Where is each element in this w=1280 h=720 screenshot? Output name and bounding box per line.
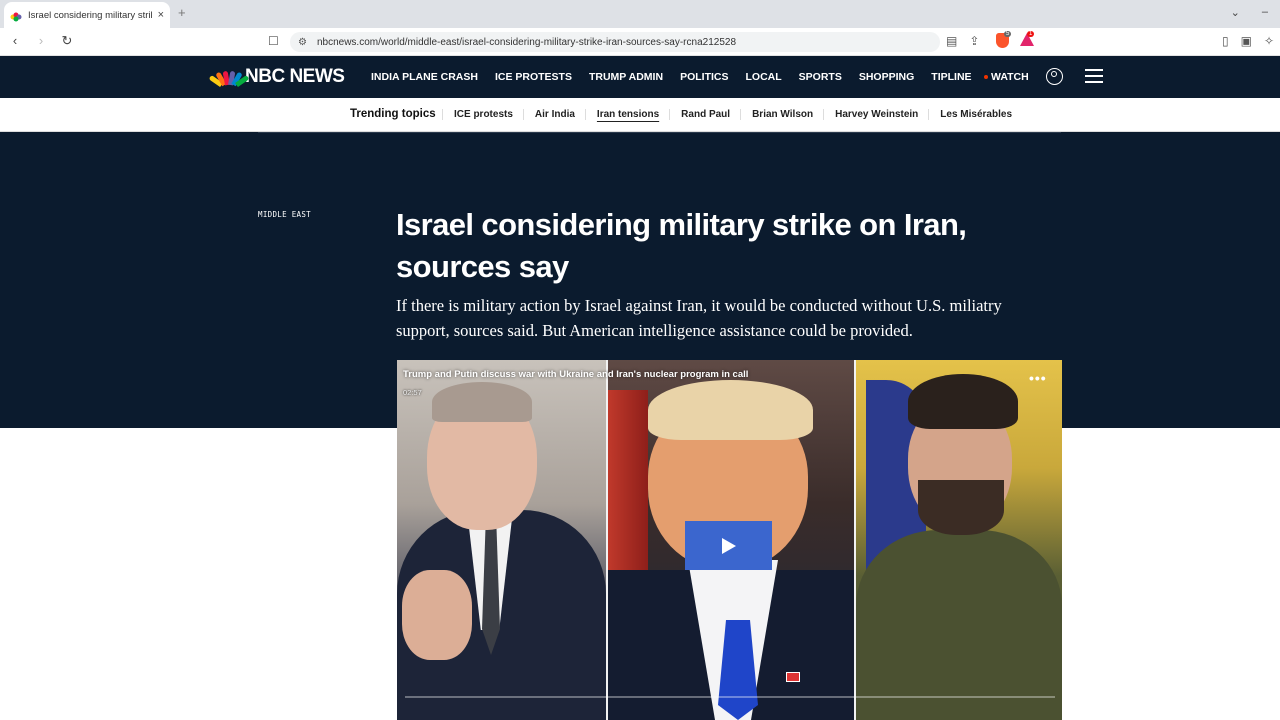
sidebar-icon[interactable]: ▯ [1222,34,1229,48]
browser-toolbar: ‹ › ↻ ☐ ⚙ nbcnews.com/world/middle-east/… [0,28,1280,56]
trending-bar: Trending topics ICE protests Air India I… [0,98,1280,132]
video-progress-bar[interactable] [405,696,1055,698]
trending-label: Trending topics [350,108,436,120]
trending-item-active[interactable]: Iran tensions [584,109,669,120]
play-icon [721,537,736,554]
nav-item[interactable]: LOCAL [745,71,781,83]
section-label[interactable]: MIDDLE EAST [258,210,311,219]
article-dek: If there is military action by Israel ag… [396,296,1002,340]
logo-text: NBC NEWS [245,66,345,87]
panel-divider [606,360,608,720]
trending-item[interactable]: Harvey Weinstein [823,109,928,120]
watch-link[interactable]: WATCH [984,71,1029,83]
video-more-icon[interactable]: ••• [1029,370,1047,386]
trending-item[interactable]: Les Misérables [928,109,1022,120]
nav-item[interactable]: SHOPPING [859,71,914,83]
panel-divider [854,360,856,720]
video-panel-right [856,360,1062,720]
close-tab-icon[interactable]: × [158,9,164,21]
video-duration: 02:57 [403,388,422,397]
main-nav: INDIA PLANE CRASH ICE PROTESTS TRUMP ADM… [371,71,972,83]
nav-item[interactable]: INDIA PLANE CRASH [371,71,478,83]
live-dot-icon [984,75,988,79]
nav-item[interactable]: SPORTS [799,71,842,83]
nbc-favicon-icon [10,9,22,22]
browser-tabbar: Israel considering military strike × + ⌄… [0,0,1280,28]
back-icon[interactable]: ‹ [8,33,22,49]
reader-mode-icon[interactable]: ▤ [946,34,957,48]
trending-item[interactable]: Brian Wilson [740,109,823,120]
reload-icon[interactable]: ↻ [60,33,74,49]
account-icon[interactable] [1046,68,1063,85]
nav-item[interactable]: POLITICS [680,71,728,83]
forward-icon[interactable]: › [34,33,48,49]
wallet-icon[interactable]: ▣ [1241,34,1252,48]
site-info-icon[interactable]: ⚙ [298,37,307,48]
nav-item[interactable]: TRUMP ADMIN [589,71,663,83]
address-bar[interactable]: ⚙ nbcnews.com/world/middle-east/israel-c… [290,32,940,52]
play-button[interactable] [685,521,772,570]
nav-item[interactable]: TIPLINE [931,71,971,83]
browser-tab[interactable]: Israel considering military strike × [4,2,170,28]
bookmark-icon[interactable]: ☐ [268,34,279,48]
menu-icon[interactable] [1085,69,1103,87]
shields-count-badge: 5 [1004,31,1012,37]
video-player[interactable]: Trump and Putin discuss war with Ukraine… [397,360,1062,720]
video-title: Trump and Putin discuss war with Ukraine… [403,369,749,380]
video-panel-left [397,360,606,720]
share-icon[interactable]: ⇪ [969,34,979,48]
tab-title: Israel considering military strike [28,9,152,21]
minimize-icon[interactable]: – [1262,6,1268,19]
article-headline: Israel considering military strike on Ir… [396,207,967,284]
hero-divider [258,132,1061,133]
site-header: NBC NEWS INDIA PLANE CRASH ICE PROTESTS … [0,56,1280,98]
trending-item[interactable]: Air India [522,109,585,120]
nav-item[interactable]: ICE PROTESTS [495,71,572,83]
extensions-icon[interactable]: ✧ [1264,34,1274,48]
tab-search-icon[interactable]: ⌄ [1231,6,1240,19]
trending-item[interactable]: ICE protests [442,109,523,120]
nbc-news-logo[interactable]: NBC NEWS [208,66,345,88]
peacock-icon [208,69,250,88]
new-tab-icon[interactable]: + [178,5,186,20]
url-text: nbcnews.com/world/middle-east/israel-con… [316,36,737,48]
trending-item[interactable]: Rand Paul [669,109,740,120]
watch-label: WATCH [991,71,1029,83]
